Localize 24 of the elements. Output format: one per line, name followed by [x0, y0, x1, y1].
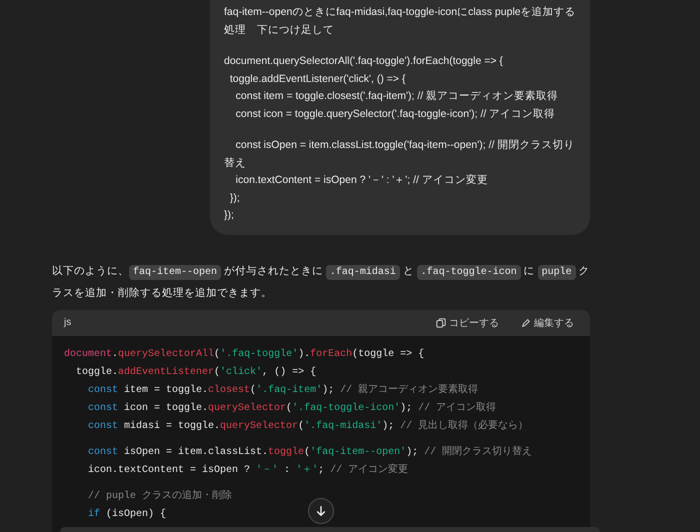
language-label: js: [64, 317, 72, 328]
code-line: const isOpen = item.classList.toggle('faq-item--open'); // 開閉クラス切り替え: [87, 444, 532, 460]
code-line: toggle.addEventListener('click', () => {: [75, 366, 316, 380]
code-line: document.querySelectorAll('.faq-toggle').forEach(toggle => {: [64, 348, 424, 362]
message-code-line: });: [224, 208, 234, 223]
down-arrow-icon: [315, 505, 327, 517]
message-text: faq-item--openのときにfaq-midasi,faq-toggle-iconにclass pupleを追加する処理 下につけ足して: [224, 5, 577, 38]
reply-paragraph: 以下のように、 faq-item--open が付与されたときに .faq-midasi と .faq-toggle-icon に puple クラスを追加・削除する処理を追加できます。: [52, 264, 590, 300]
message-code-line: document.querySelectorAll('.faq-toggle').forEach(toggle => {: [224, 54, 503, 69]
code-line: const midasi = toggle.querySelector('.faq-midasi'); // 見出し取得（必要なら）: [87, 418, 528, 434]
copy-button[interactable]: コピーする: [432, 314, 503, 332]
copy-icon: [436, 318, 446, 328]
message-code-line: });: [228, 190, 240, 206]
code-line: if (isOpen) {: [87, 508, 166, 522]
message-code-line: toggle.addEventListener('click', () => {: [228, 72, 406, 86]
message-code-line: icon.textContent = isOpen ? '－' : '＋'; // アイコン変更: [234, 173, 488, 188]
code-line: const item = toggle.closest('.faq-item'); // 親アコーディオン要素取得: [87, 382, 478, 398]
code-line: icon.textContent = isOpen ? '－' : '＋'; // アイコン変更: [87, 462, 408, 478]
edit-button[interactable]: 編集する: [517, 314, 578, 332]
pencil-icon: [521, 318, 531, 328]
message-code-line: const icon = toggle.querySelector('.faq-toggle-icon'); // アイコン取得: [234, 106, 556, 122]
code-line: const icon = toggle.querySelector('.faq-toggle-icon'); // アイコン取得: [87, 401, 496, 416]
code-line: // puple クラスの追加・削除: [87, 488, 232, 504]
message-code-line: const item = toggle.closest('.faq-item'); // 親アコーディオン要素取得: [234, 89, 558, 104]
